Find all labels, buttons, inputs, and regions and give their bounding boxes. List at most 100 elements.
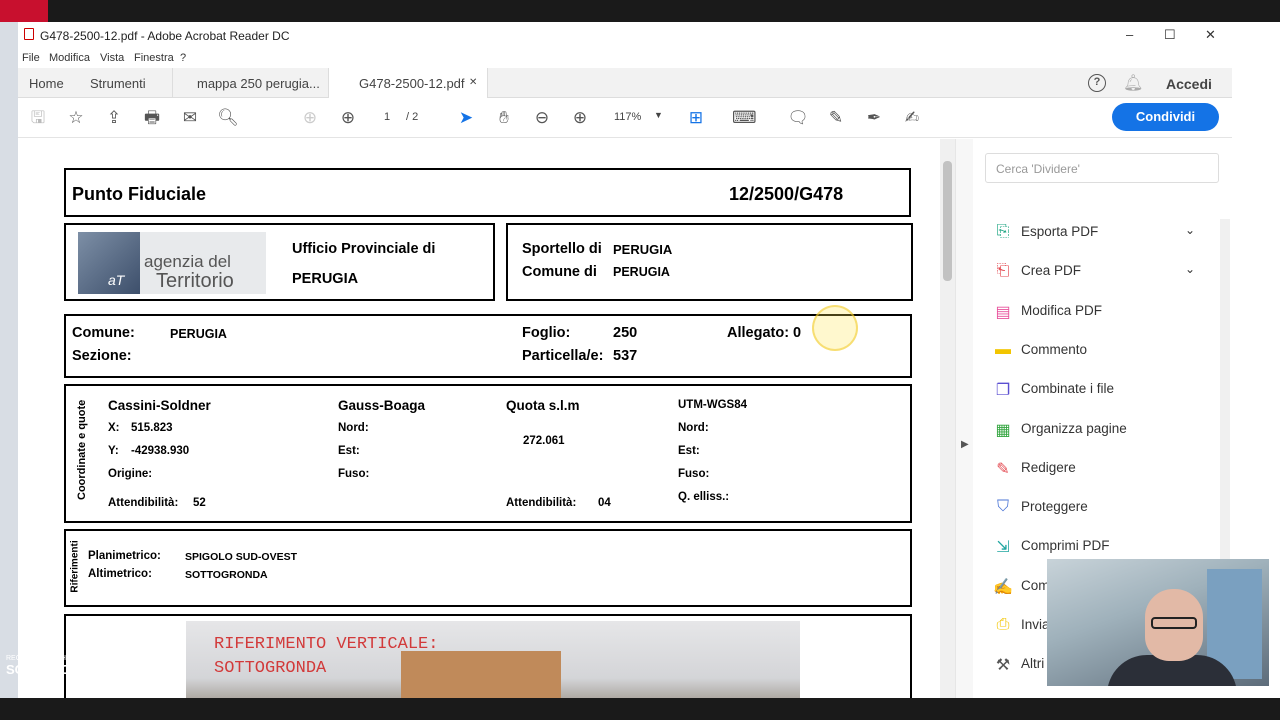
particella-value: 537: [613, 348, 638, 364]
foglio-value: 250: [613, 325, 638, 341]
highlight-pen-icon[interactable]: ✎: [824, 106, 848, 130]
sportello-label: Sportello di: [522, 241, 602, 257]
pdf-file-icon: [24, 28, 34, 40]
email-icon[interactable]: ✉: [178, 106, 202, 130]
photo-box: RIFERIMENTO VERTICALE: SOTTOGRONDA: [64, 614, 912, 698]
tools-search-input[interactable]: Cerca 'Dividere': [985, 153, 1219, 183]
share-button[interactable]: Condividi: [1112, 103, 1219, 131]
create-pdf-icon: ⎗: [996, 262, 1010, 280]
watermark-line2: SCREENCAST: [6, 662, 96, 677]
altimetrico-value: SOTTOGRONDA: [185, 569, 268, 581]
utm-title: UTM-WGS84: [678, 399, 747, 411]
hand-tool-icon[interactable]: ✋︎: [492, 106, 516, 130]
close-button[interactable]: ✕: [1205, 27, 1216, 43]
page-view-icon[interactable]: ⊞: [684, 106, 708, 130]
tool-item-label: Proteggere: [1021, 499, 1088, 515]
help-icon[interactable]: ?: [1088, 74, 1106, 92]
document-scrollbar[interactable]: [940, 139, 955, 698]
foglio-label: Foglio:: [522, 325, 571, 341]
tab-doc-mappa-label: mappa 250 perugia...: [197, 76, 320, 91]
attendibilita-cs-value: 52: [193, 497, 206, 509]
utm-fuso-label: Fuso:: [678, 468, 710, 480]
menu-help[interactable]: ?: [180, 52, 186, 64]
utm-est-label: Est:: [678, 445, 700, 457]
zoom-in-icon[interactable]: ⊕: [568, 106, 592, 130]
desktop-icons-strip: [0, 22, 18, 698]
chevron-down-icon[interactable]: ⌄: [1185, 223, 1195, 237]
zoom-level-select[interactable]: 117%: [614, 111, 641, 123]
scrollbar-thumb[interactable]: [943, 161, 952, 281]
cassini-title: Cassini-Soldner: [108, 398, 211, 413]
zoom-out-icon[interactable]: ⊖: [530, 106, 554, 130]
riferimenti-side-label: Riferimenti: [69, 540, 81, 593]
zoom-dropdown-icon[interactable]: ▼: [654, 110, 663, 120]
comment-tool-icon[interactable]: 🗨︎: [786, 106, 810, 130]
altimetrico-label: Altimetrico:: [88, 568, 152, 580]
select-arrow-icon[interactable]: ➤: [454, 106, 478, 130]
comune-value: PERUGIA: [170, 327, 227, 341]
tool-item-label: Invia: [1021, 617, 1050, 632]
agency-logo-line1: agenzia del: [144, 252, 231, 271]
quota-title: Quota s.l.m: [506, 398, 580, 413]
more-tools-icon: ⚒: [995, 657, 1011, 675]
compress-pdf-icon: ⇲: [996, 539, 1010, 557]
gauss-est-label: Est:: [338, 445, 360, 457]
tab-tools[interactable]: Strumenti: [90, 68, 146, 98]
menu-finestra[interactable]: Finestra: [134, 52, 174, 64]
y-label: Y:: [108, 445, 119, 457]
y-value: -42938.930: [131, 445, 190, 457]
menu-modifica[interactable]: Modifica: [49, 52, 90, 64]
organize-pages-icon: ▦: [995, 421, 1011, 439]
screencast-watermark: RECORDED WITH SCREENCAST ◉ MATIC: [6, 655, 154, 678]
keyboard-scroll-icon[interactable]: ⌨︎: [732, 106, 757, 130]
tab-home[interactable]: Home: [29, 68, 64, 98]
fill-sign-icon: ✍: [993, 578, 1013, 596]
menu-file[interactable]: File: [22, 52, 40, 64]
save-icon[interactable]: 🖫︎: [26, 106, 50, 130]
next-page-icon[interactable]: ⊕: [336, 106, 360, 130]
fill-form-icon[interactable]: ✍︎: [900, 106, 924, 130]
menu-vista[interactable]: Vista: [100, 52, 124, 64]
coordinates-side-label: Coordinate e quote: [76, 399, 88, 500]
maximize-button[interactable]: ☐: [1164, 27, 1176, 43]
document-viewport[interactable]: Punto Fiduciale 12/2500/G478 aT agenzia …: [18, 139, 963, 698]
agency-logo: aT agenzia del Territorio: [78, 232, 266, 294]
comune-di-label: Comune di: [522, 264, 597, 280]
riferimenti-box: Riferimenti Planimetrico: SPIGOLO SUD-OV…: [64, 529, 912, 607]
tab-doc-mappa[interactable]: mappa 250 perugia...: [172, 68, 328, 98]
panel-toggle-icon[interactable]: ▶: [961, 439, 969, 450]
sign-icon[interactable]: ✒︎: [862, 106, 886, 130]
tools-search-placeholder: Cerca 'Dividere': [996, 162, 1080, 176]
page-number-input[interactable]: 1: [384, 111, 390, 123]
search-zoom-icon[interactable]: 🔍︎: [216, 106, 240, 130]
tab-doc-g478[interactable]: G478-2500-12.pdf ✕: [328, 68, 488, 98]
bookmark-star-icon[interactable]: ☆: [64, 106, 88, 130]
sportello-box: Sportello di PERUGIA Comune di PERUGIA: [506, 223, 913, 301]
webcam-overlay: [1047, 559, 1269, 686]
comune-box: Comune: PERUGIA Sezione: Foglio: 250 All…: [64, 314, 912, 378]
notification-bell-icon[interactable]: 🔔︎: [1123, 73, 1143, 93]
print-icon[interactable]: 🖶︎: [140, 106, 164, 130]
panel-toggle-strip[interactable]: ▶: [955, 139, 973, 698]
gauss-fuso-label: Fuso:: [338, 468, 370, 480]
close-tab-icon[interactable]: ✕: [469, 77, 477, 88]
minimize-button[interactable]: –: [1126, 27, 1133, 42]
watermark-line3: MATIC: [114, 662, 155, 677]
office-label: Ufficio Provinciale di: [292, 241, 436, 257]
attendibilita-q-label: Attendibilità:: [506, 497, 577, 509]
comment-icon: ▬: [995, 340, 1011, 358]
x-label: X:: [108, 422, 120, 434]
header-box: Punto Fiduciale 12/2500/G478: [64, 168, 911, 217]
chevron-down-icon[interactable]: ⌄: [1185, 262, 1195, 276]
comune-di-value: PERUGIA: [613, 265, 670, 279]
photo-caption-line1: RIFERIMENTO VERTICALE:: [214, 635, 439, 654]
comune-label: Comune:: [72, 325, 135, 341]
origine-label: Origine:: [108, 468, 153, 480]
previous-page-icon[interactable]: ⊕: [298, 106, 322, 130]
upload-cloud-icon[interactable]: ⇪: [102, 106, 126, 130]
sign-in-link[interactable]: Accedi: [1166, 76, 1212, 92]
photo-caption-line2: SOTTOGRONDA: [214, 659, 327, 678]
sportello-value: PERUGIA: [613, 242, 673, 257]
particella-label: Particella/e:: [522, 348, 604, 364]
coordinates-box: Coordinate e quote Cassini-Soldner X: 51…: [64, 384, 912, 523]
